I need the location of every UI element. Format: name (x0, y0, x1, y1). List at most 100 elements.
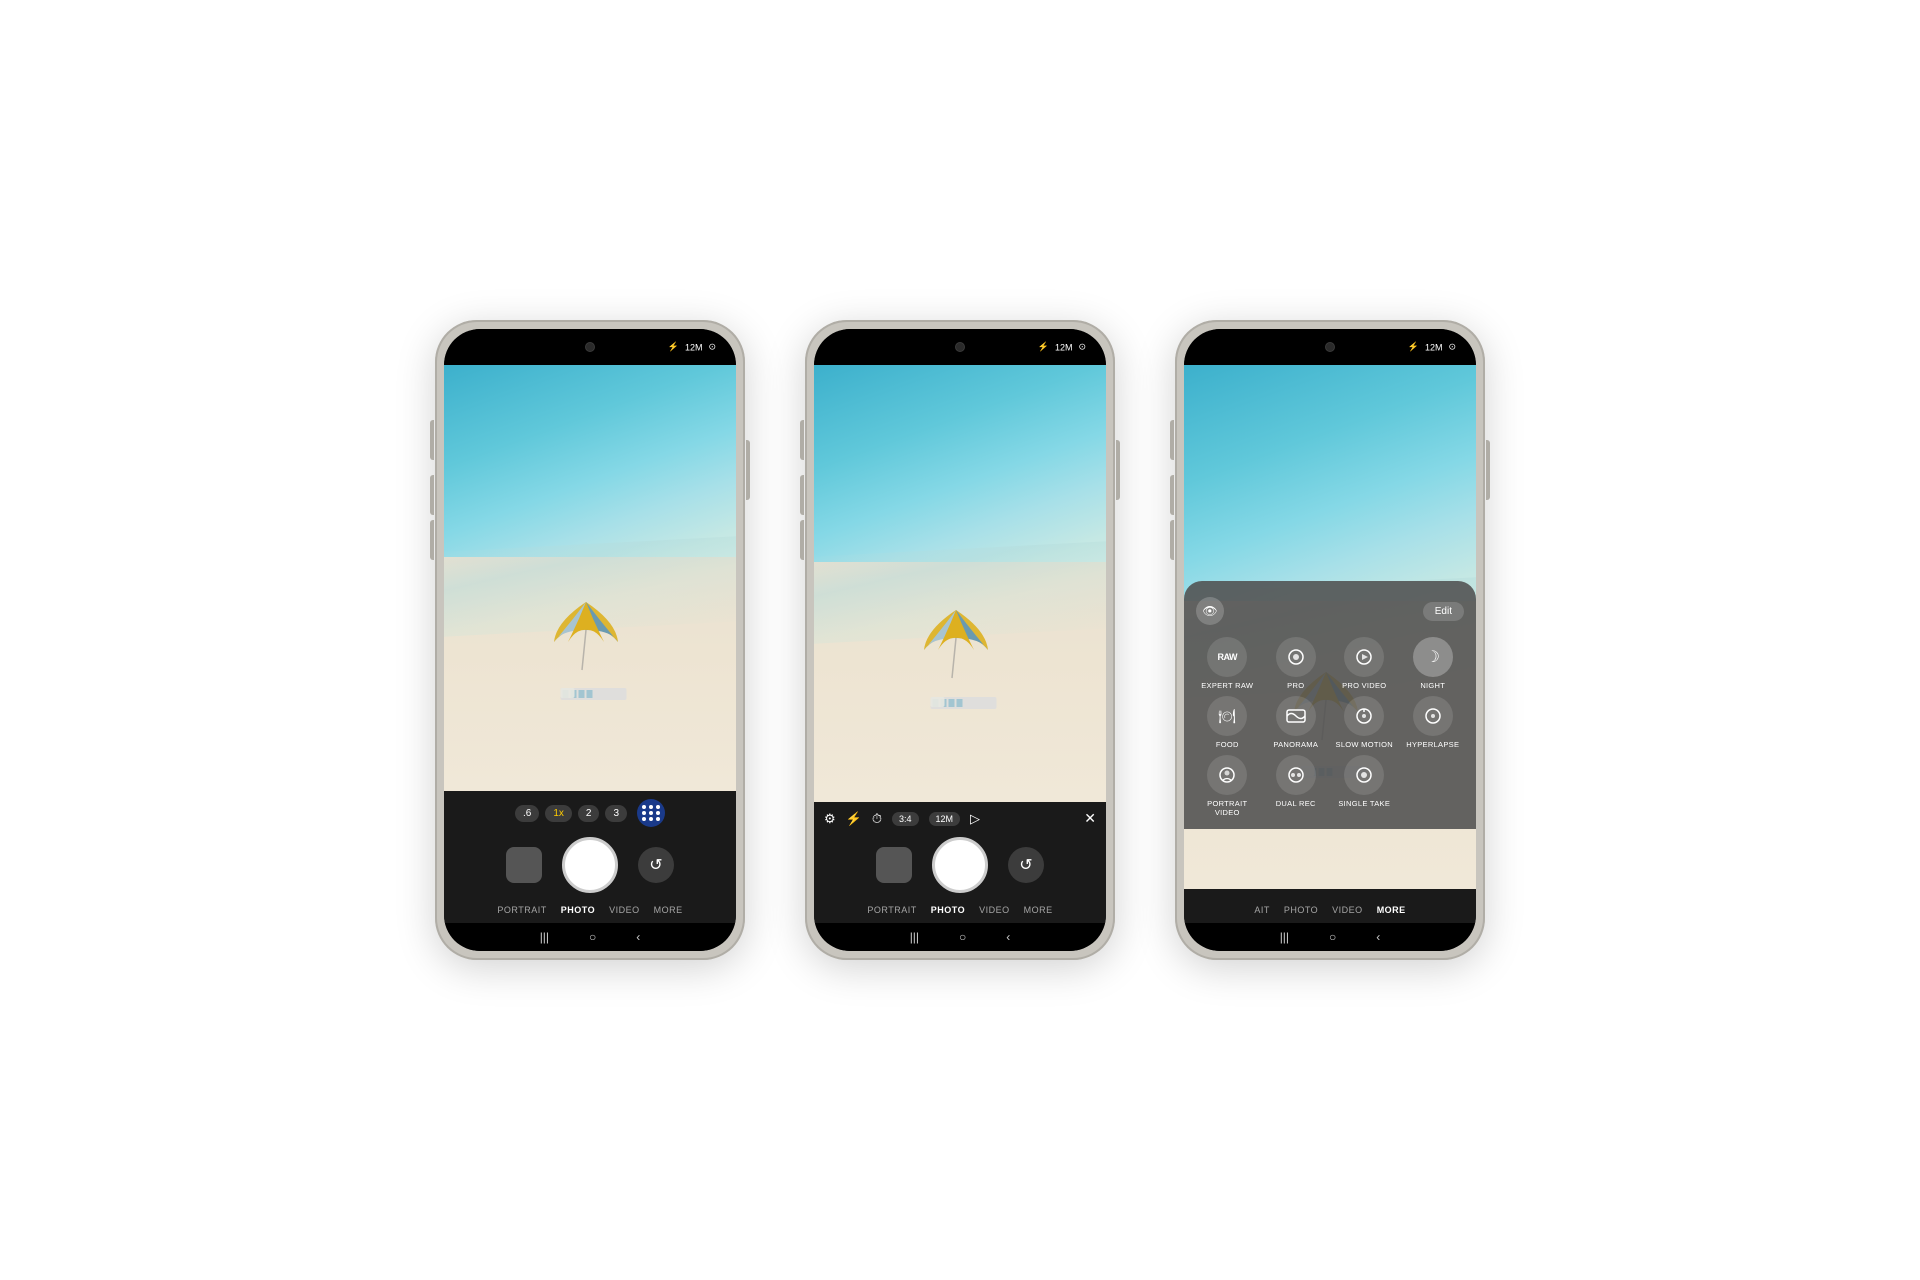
phone3-camera-controls: AIT PHOTO VIDEO MORE (1184, 889, 1476, 923)
expert-raw-label: EXPERT RAW (1201, 681, 1253, 690)
nav-home[interactable]: ○ (959, 930, 966, 944)
mode-photo[interactable]: PHOTO (1284, 905, 1318, 915)
pro-icon (1276, 637, 1316, 677)
mode-video[interactable]: VIDEO (1332, 905, 1363, 915)
bluetooth-icon: ⚡ (668, 342, 679, 353)
timer-icon[interactable]: ⏱ (872, 811, 882, 827)
phone3-topbar: ⚡ 12M ⊙ (1184, 329, 1476, 365)
more-item-panorama[interactable]: PANORAMA (1265, 696, 1328, 749)
more-item-single-take[interactable]: SINGLE TAKE (1333, 755, 1396, 817)
gear-icon[interactable]: ⚙ (824, 811, 836, 827)
status-icons: ⚡ 12M ⊙ (1408, 342, 1456, 353)
mp-badge[interactable]: 12M (929, 812, 961, 826)
mode-tabs: PORTRAIT PHOTO VIDEO MORE (814, 901, 1106, 919)
visibility-button[interactable]: 👁 (1196, 597, 1224, 625)
shutter-button[interactable] (562, 837, 618, 893)
mode-tabs: PORTRAIT PHOTO VIDEO MORE (444, 901, 736, 919)
eye-icon: 👁 (1202, 604, 1217, 618)
more-item-dual-rec[interactable]: DUAL REC (1265, 755, 1328, 817)
nav-home[interactable]: ○ (1329, 930, 1336, 944)
phone2-topbar: ⚡ 12M ⊙ (814, 329, 1106, 365)
shutter-button[interactable] (932, 837, 988, 893)
camera-settings-icon: ⊙ (1078, 342, 1086, 353)
shutter-row: ↺ (444, 837, 736, 893)
mode-portrait[interactable]: PORTRAIT (867, 905, 916, 915)
flip-camera-button[interactable]: ↺ (1008, 847, 1044, 883)
zoom-3x[interactable]: 3 (605, 805, 627, 822)
zoom-06[interactable]: .6 (515, 805, 539, 822)
zoom-1x[interactable]: 1x (545, 805, 572, 822)
more-modes-button[interactable] (637, 799, 665, 827)
front-camera (955, 342, 965, 352)
slow-motion-icon (1344, 696, 1384, 736)
panorama-label: PANORAMA (1273, 740, 1318, 749)
night-icon: ☽ (1413, 637, 1453, 677)
phone1-camera-controls: .6 1x 2 3 ↺ PORTRAI (444, 791, 736, 923)
phone1-viewfinder (444, 365, 736, 791)
beach-lounger (559, 678, 629, 706)
portrait-video-icon (1207, 755, 1247, 795)
mode-video[interactable]: VIDEO (609, 905, 640, 915)
nav-back[interactable]: ‹ (636, 930, 640, 944)
mode-portrait[interactable]: PORTRAIT (497, 905, 546, 915)
megapixels-label: 12M (685, 342, 703, 352)
phone1-topbar: ⚡ 12M ⊙ (444, 329, 736, 365)
close-settings-button[interactable]: ✕ (1084, 810, 1096, 827)
single-take-icon (1344, 755, 1384, 795)
phone-1: ⚡ 12M ⊙ (435, 320, 745, 960)
more-item-hyperlapse[interactable]: HYPERLAPSE (1402, 696, 1465, 749)
panorama-icon (1276, 696, 1316, 736)
phone2-camera-controls: ⚙ ⚡ ⏱ 3:4 12M ▷ ✕ ↺ PORTRAIT PHOTO VIDEO (814, 802, 1106, 923)
gallery-thumbnail[interactable] (506, 847, 542, 883)
nav-back[interactable]: ‹ (1376, 930, 1380, 944)
mode-more[interactable]: MORE (654, 905, 683, 915)
phone-3: ⚡ 12M ⊙ (1175, 320, 1485, 960)
mode-video[interactable]: VIDEO (979, 905, 1010, 915)
flash-icon[interactable]: ⚡ (846, 811, 862, 827)
edit-label: Edit (1435, 606, 1452, 617)
dual-rec-label: DUAL REC (1276, 799, 1316, 808)
dual-rec-icon (1276, 755, 1316, 795)
phone-2: ⚡ 12M ⊙ (805, 320, 1115, 960)
front-camera (585, 342, 595, 352)
nav-home[interactable]: ○ (589, 930, 596, 944)
nav-recent-apps[interactable]: ||| (1280, 930, 1289, 944)
beach-umbrella (916, 600, 996, 680)
food-icon: 🍽 (1207, 696, 1247, 736)
bluetooth-icon: ⚡ (1408, 342, 1419, 353)
more-item-pro[interactable]: PRO (1265, 637, 1328, 690)
shutter-row: ↺ (814, 837, 1106, 893)
front-camera (1325, 342, 1335, 352)
bluetooth-icon: ⚡ (1038, 342, 1049, 353)
mode-more[interactable]: MORE (1024, 905, 1053, 915)
phone2-viewfinder (814, 365, 1106, 802)
mode-more[interactable]: MORE (1377, 905, 1406, 915)
phone3-viewfinder: 👁 Edit RAW EXPERT RAW (1184, 365, 1476, 889)
mode-photo[interactable]: PHOTO (561, 905, 595, 915)
more-item-slow-motion[interactable]: SLOW MOTION (1333, 696, 1396, 749)
more-item-expert-raw[interactable]: RAW EXPERT RAW (1196, 637, 1259, 690)
gallery-thumbnail[interactable] (876, 847, 912, 883)
more-item-food[interactable]: 🍽 FOOD (1196, 696, 1259, 749)
food-label: FOOD (1216, 740, 1239, 749)
zoom-row: .6 1x 2 3 (444, 799, 736, 827)
expert-raw-icon: RAW (1207, 637, 1247, 677)
ratio-badge[interactable]: 3:4 (892, 812, 919, 826)
mode-ait[interactable]: AIT (1254, 905, 1270, 915)
flip-camera-button[interactable]: ↺ (638, 847, 674, 883)
phone2-navbar: ||| ○ ‹ (814, 923, 1106, 951)
nav-recent-apps[interactable]: ||| (540, 930, 549, 944)
nav-recent-apps[interactable]: ||| (910, 930, 919, 944)
camera-settings-icon: ⊙ (1448, 342, 1456, 353)
nav-back[interactable]: ‹ (1006, 930, 1010, 944)
more-item-night[interactable]: ☽ NIGHT (1402, 637, 1465, 690)
more-item-portrait-video[interactable]: PORTRAIT VIDEO (1196, 755, 1259, 817)
video-icon[interactable]: ▷ (970, 811, 980, 827)
more-item-pro-video[interactable]: PRO VIDEO (1333, 637, 1396, 690)
dots-grid-icon (642, 805, 661, 821)
mode-photo[interactable]: PHOTO (931, 905, 965, 915)
status-icons: ⚡ 12M ⊙ (668, 342, 716, 353)
status-icons: ⚡ 12M ⊙ (1038, 342, 1086, 353)
edit-button[interactable]: Edit (1423, 602, 1464, 621)
zoom-2x[interactable]: 2 (578, 805, 600, 822)
